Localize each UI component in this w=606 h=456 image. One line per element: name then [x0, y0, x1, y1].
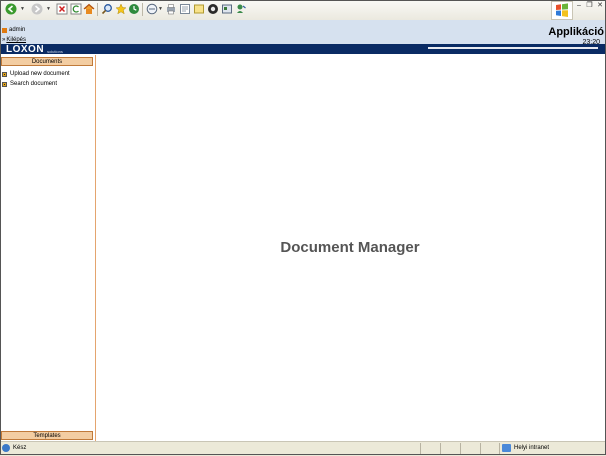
sidebar-item-label: Upload new document	[10, 71, 70, 77]
logout-link[interactable]: Kilépés	[6, 37, 26, 43]
status-bar: Kész Helyi intranet	[0, 441, 606, 456]
status-text: Kész	[13, 445, 27, 451]
media-icon[interactable]	[221, 3, 233, 15]
logout-arrow-icon: »	[2, 37, 6, 43]
windows-logo-icon	[551, 1, 573, 20]
forward-dropdown-icon[interactable]: ▼	[46, 6, 51, 12]
stop-icon[interactable]	[56, 3, 68, 15]
home-icon[interactable]	[83, 3, 95, 15]
window-controls: – ❐ ✕	[574, 1, 605, 10]
intranet-icon	[502, 444, 511, 452]
favorites-icon[interactable]	[115, 3, 127, 15]
sidebar-item-upload-new-document[interactable]: Upload new document	[2, 71, 70, 77]
username: admin	[9, 27, 26, 33]
brand-strip	[0, 44, 606, 54]
search-document-icon	[2, 81, 7, 87]
back-icon[interactable]	[5, 3, 17, 15]
app-header	[0, 20, 606, 45]
search-icon[interactable]	[101, 3, 113, 15]
minimize-icon[interactable]: –	[574, 1, 584, 10]
brand-logo: LOXON solutions	[6, 43, 63, 55]
history-icon[interactable]	[128, 3, 140, 15]
research-icon[interactable]	[235, 3, 247, 15]
status-left: Kész	[2, 444, 26, 452]
logo-text: LOXON	[6, 43, 45, 55]
user-icon	[2, 27, 7, 33]
documents-panel-header[interactable]: Documents	[1, 57, 93, 66]
edit-icon[interactable]	[179, 3, 191, 15]
header-progress-fill	[428, 47, 598, 49]
mail-icon[interactable]	[146, 3, 158, 15]
print-icon[interactable]	[165, 3, 177, 15]
user-info: admin	[2, 27, 25, 33]
logo-subtext: solutions	[47, 49, 63, 54]
mail-dropdown-icon[interactable]: ▼	[158, 6, 163, 12]
restore-icon[interactable]: ❐	[585, 1, 595, 10]
templates-panel-header[interactable]: Templates	[1, 431, 93, 440]
sidebar-item-label: Search document	[10, 81, 58, 87]
main-content: Document Manager	[96, 55, 604, 441]
page-title: Document Manager	[280, 239, 420, 256]
browser-toolbar: ▼ ▼ ▼ – ❐ ✕	[0, 0, 606, 21]
discuss-icon[interactable]	[193, 3, 205, 15]
app-title: Applikáció	[548, 26, 604, 38]
refresh-icon[interactable]	[70, 3, 82, 15]
close-icon[interactable]: ✕	[595, 1, 605, 10]
back-dropdown-icon[interactable]: ▼	[20, 6, 25, 12]
sidebar: Documents Upload new document Search doc…	[0, 55, 96, 441]
page-icon	[2, 444, 10, 452]
logout-row: » Kilépés	[2, 37, 26, 43]
security-zone: Helyi intranet	[502, 444, 549, 452]
messenger-icon[interactable]	[207, 3, 219, 15]
zone-text: Helyi intranet	[514, 445, 550, 451]
sidebar-item-search-document[interactable]: Search document	[2, 81, 57, 87]
forward-icon[interactable]	[31, 3, 43, 15]
upload-document-icon	[2, 71, 7, 77]
header-progress-bar	[428, 47, 598, 49]
